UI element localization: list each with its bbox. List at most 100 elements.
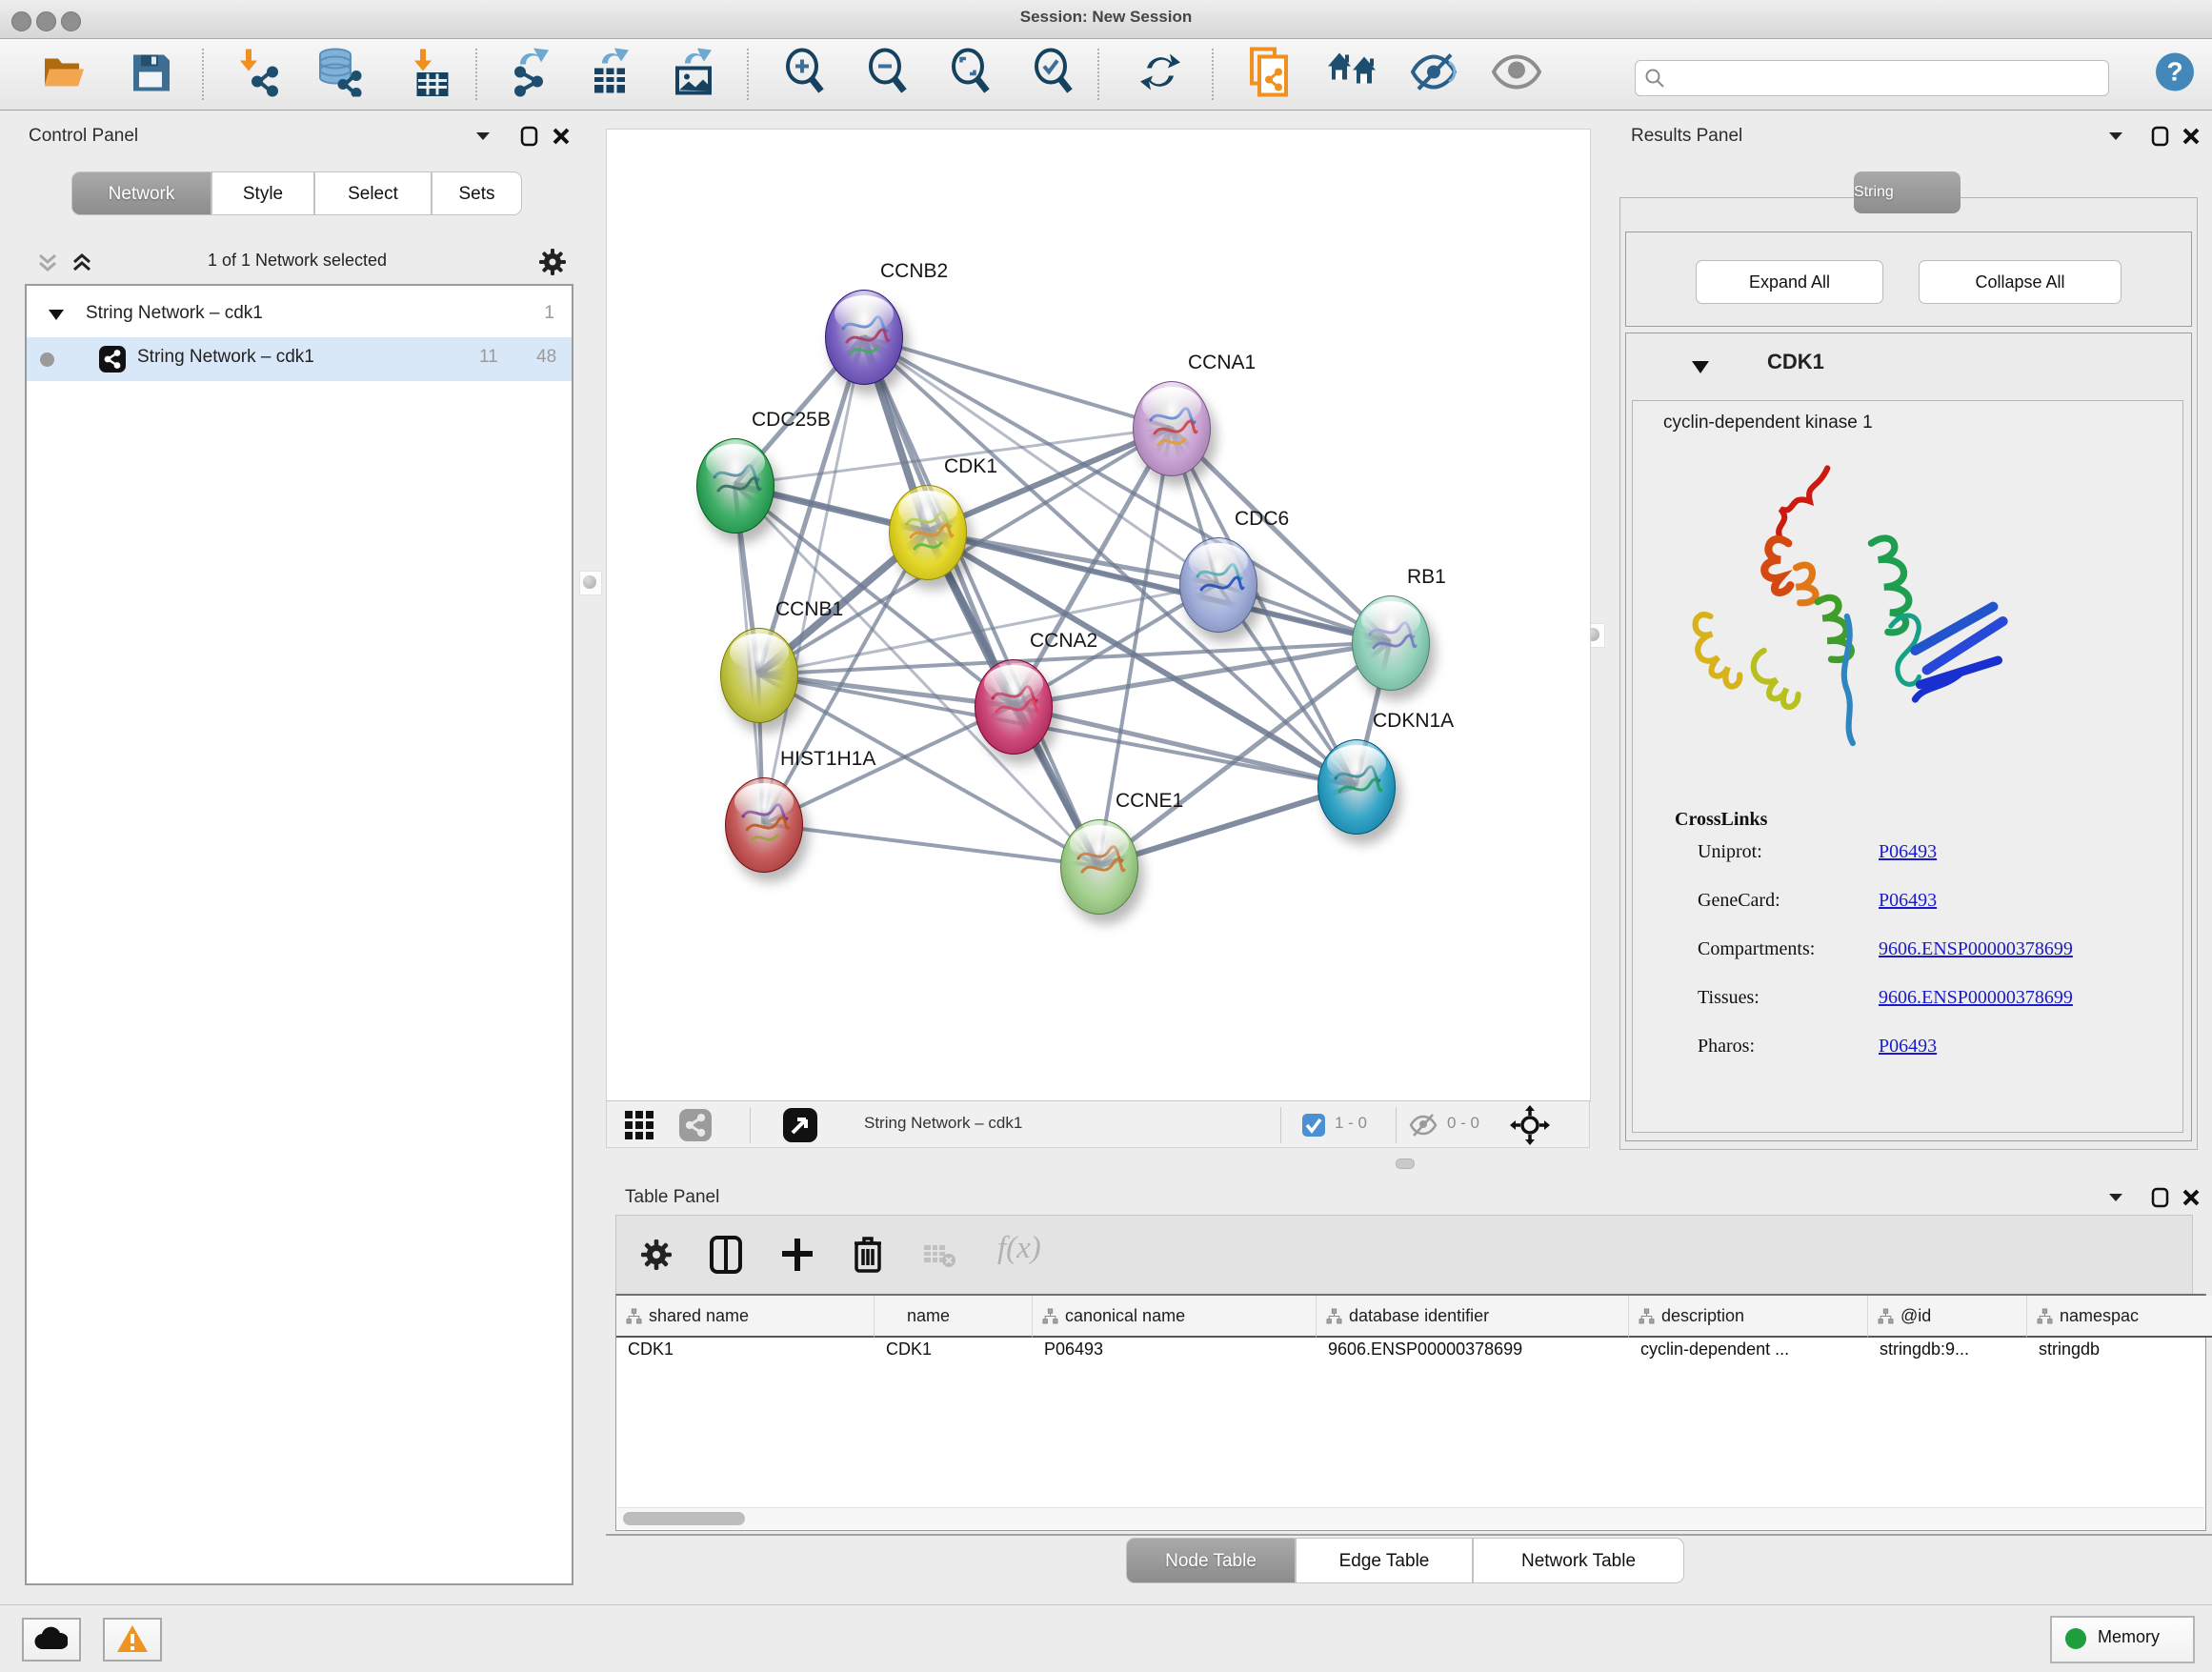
left-splitter-handle[interactable] <box>579 571 602 595</box>
selected-checkbox-icon[interactable] <box>1302 1114 1325 1141</box>
node-CDC6[interactable] <box>1179 537 1257 633</box>
table-cell[interactable]: CDK1 <box>875 1340 1033 1378</box>
edge-CCNB2-CCNE1[interactable] <box>863 336 1098 866</box>
collapse-triangle-icon[interactable] <box>48 309 65 322</box>
crosslink-link[interactable]: 9606.ENSP00000378699 <box>1879 938 2073 960</box>
network-row-selected[interactable]: String Network – cdk1 11 48 <box>27 337 572 381</box>
toolbar-separator <box>475 49 477 100</box>
table-cell[interactable]: 9606.ENSP00000378699 <box>1317 1340 1629 1378</box>
column-header-namespac[interactable]: namespac <box>2027 1296 2212 1338</box>
zoom-fit-content-icon[interactable] <box>948 49 994 101</box>
grid-view-icon[interactable] <box>624 1110 654 1145</box>
memory-button[interactable]: Memory <box>2050 1616 2195 1663</box>
create-column-icon[interactable] <box>780 1237 814 1278</box>
string-view-icon[interactable] <box>679 1109 712 1146</box>
control-panel-menu-icon[interactable] <box>474 130 492 148</box>
tab-string[interactable]: String <box>1854 171 1961 213</box>
network-collection-row[interactable]: String Network – cdk1 1 <box>27 293 572 337</box>
import-network-from-file-icon[interactable] <box>234 48 284 102</box>
update-network-icon[interactable] <box>1137 50 1183 100</box>
column-header-database-identifier[interactable]: database identifier <box>1317 1296 1629 1338</box>
table-cell[interactable]: stringdb:9... <box>1868 1340 2027 1378</box>
node-CDK1[interactable] <box>889 485 967 580</box>
results-panel-float-icon[interactable] <box>2151 126 2170 151</box>
birds-eye-toggle-icon[interactable] <box>1510 1105 1550 1150</box>
crosslink-link[interactable]: P06493 <box>1879 1036 1937 1058</box>
table-options-gear-icon[interactable] <box>641 1239 672 1275</box>
network-canvas[interactable]: CCNB2CCNA1CDC25BCDK1CDC6RB1CCNB1CCNA2CDK… <box>606 129 1591 1102</box>
memory-label: Memory <box>2098 1627 2160 1647</box>
tab-edge-table[interactable]: Edge Table <box>1296 1538 1473 1583</box>
column-header-@id[interactable]: @id <box>1868 1296 2027 1338</box>
edge-CCNB2-CCNA1[interactable] <box>863 336 1171 428</box>
table-cell[interactable]: cyclin-dependent ... <box>1629 1340 1868 1378</box>
column-header-description[interactable]: description <box>1629 1296 1868 1338</box>
scrollbar-thumb[interactable] <box>623 1512 745 1525</box>
expand-all-button[interactable]: Expand All <box>1696 260 1883 304</box>
control-panel-float-icon[interactable] <box>520 126 539 151</box>
column-header-name[interactable]: name <box>875 1296 1033 1338</box>
crosslink-link[interactable]: P06493 <box>1879 890 1937 912</box>
save-session-icon[interactable] <box>130 51 171 98</box>
entry-collapse-triangle-icon[interactable] <box>1691 360 1710 374</box>
node-CCNB2[interactable] <box>825 290 903 385</box>
node-CCNA2[interactable] <box>975 659 1053 755</box>
node-CDC25B[interactable] <box>696 438 774 534</box>
table-panel-close-icon[interactable] <box>2182 1188 2201 1212</box>
node-RB1[interactable] <box>1352 595 1430 691</box>
tab-node-table[interactable]: Node Table <box>1126 1538 1296 1583</box>
node-gloss <box>1070 825 1129 862</box>
tab-select[interactable]: Select <box>314 171 432 215</box>
tab-sets[interactable]: Sets <box>432 171 522 215</box>
search-input[interactable] <box>1670 63 2102 91</box>
network-options-gear-icon[interactable] <box>539 249 566 280</box>
node-HIST1H1A[interactable] <box>725 777 803 873</box>
show-graphics-details-icon[interactable] <box>1492 53 1541 96</box>
import-network-from-database-icon[interactable] <box>314 48 366 102</box>
import-table-from-file-icon[interactable] <box>405 48 451 102</box>
table-cell[interactable]: P06493 <box>1033 1340 1317 1378</box>
node-CCNA1[interactable] <box>1133 381 1211 476</box>
tab-style[interactable]: Style <box>211 171 314 215</box>
hide-graphics-details-icon[interactable] <box>1411 53 1460 96</box>
node-CCNE1[interactable] <box>1060 819 1138 915</box>
zoom-in-icon[interactable] <box>782 49 828 101</box>
warning-status-button[interactable] <box>103 1618 162 1662</box>
results-panel-close-icon[interactable] <box>2182 127 2201 151</box>
clone-network-icon[interactable] <box>1246 48 1292 102</box>
open-session-icon[interactable] <box>42 51 88 98</box>
table-cell[interactable]: CDK1 <box>616 1340 875 1378</box>
tab-network-table[interactable]: Network Table <box>1473 1538 1684 1583</box>
export-table-icon[interactable] <box>587 48 636 102</box>
node-CDKN1A[interactable] <box>1317 739 1396 835</box>
results-panel-menu-icon[interactable] <box>2107 130 2124 148</box>
delete-column-icon[interactable] <box>853 1235 883 1278</box>
houses-icon[interactable] <box>1326 51 1379 98</box>
export-network-icon[interactable] <box>505 48 554 102</box>
control-panel-close-icon[interactable] <box>552 127 571 151</box>
node-CCNB1[interactable] <box>720 628 798 723</box>
edge-CDK1-RB1[interactable] <box>927 532 1390 642</box>
table-horizontal-scrollbar[interactable] <box>617 1507 2204 1529</box>
cloud-status-button[interactable] <box>22 1618 81 1662</box>
bottom-splitter-handle[interactable] <box>1396 1158 1415 1169</box>
network-label: String Network – cdk1 <box>137 347 314 368</box>
results-entry-cdk1: CDK1 cyclin-dependent kinase 1 CrossLink… <box>1625 332 2192 1141</box>
column-header-canonical-name[interactable]: canonical name <box>1033 1296 1317 1338</box>
table-cell[interactable]: stringdb <box>2027 1340 2212 1378</box>
show-columns-icon[interactable] <box>710 1236 742 1279</box>
edge-CCNA2-CDKN1A[interactable] <box>1013 706 1356 786</box>
table-panel-menu-icon[interactable] <box>2107 1191 2124 1209</box>
edge-HIST1H1A-CCNE1[interactable] <box>763 824 1098 866</box>
collapse-all-button[interactable]: Collapse All <box>1919 260 2122 304</box>
export-image-icon[interactable] <box>670 48 719 102</box>
tab-network[interactable]: Network <box>71 171 211 215</box>
crosslink-link[interactable]: P06493 <box>1879 841 1937 863</box>
help-icon[interactable]: ? <box>2155 52 2195 97</box>
zoom-out-icon[interactable] <box>865 49 911 101</box>
crosslink-link[interactable]: 9606.ENSP00000378699 <box>1879 987 2073 1009</box>
detach-view-icon[interactable] <box>783 1108 817 1147</box>
zoom-selected-icon[interactable] <box>1031 49 1076 101</box>
table-panel-float-icon[interactable] <box>2151 1187 2170 1213</box>
column-header-shared-name[interactable]: shared name <box>616 1296 875 1338</box>
